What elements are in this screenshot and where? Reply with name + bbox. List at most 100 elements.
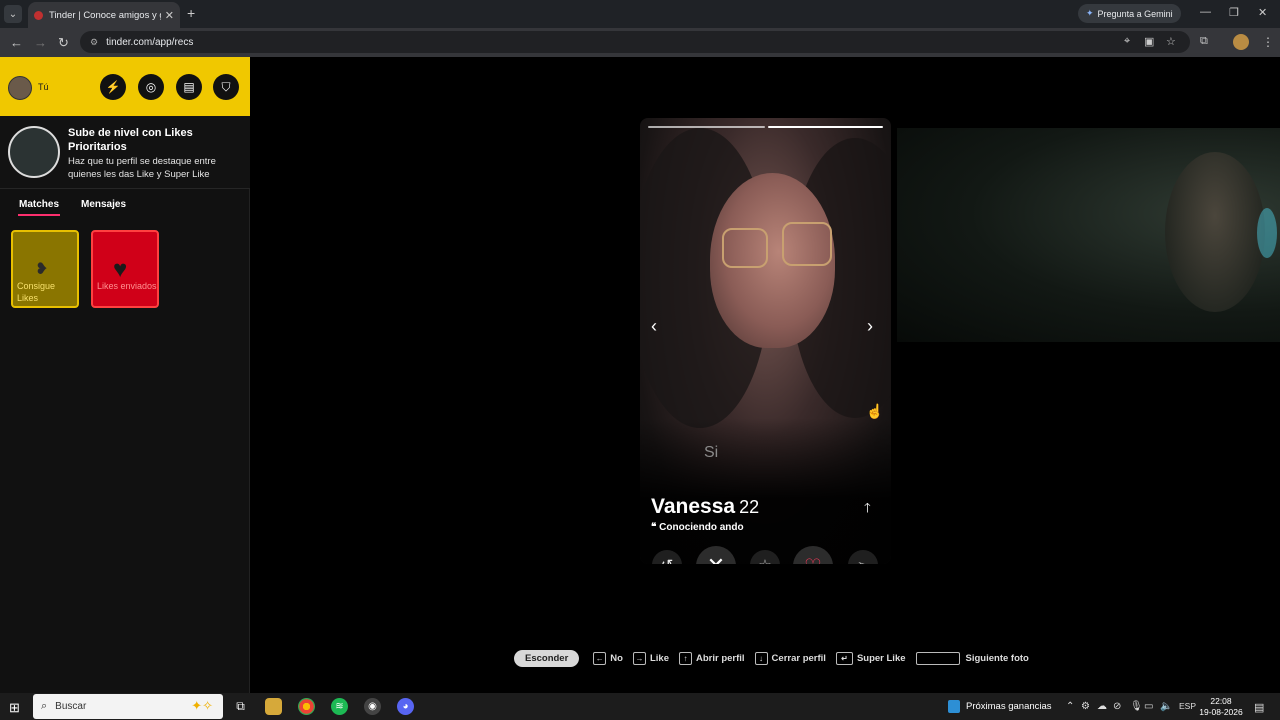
likes-sent-card[interactable]: ♥ Likes enviados [91, 230, 159, 308]
fast-heart-icon: ❥ [35, 261, 49, 278]
news-widget[interactable]: Próximas ganancias [948, 700, 1052, 713]
maximize-icon[interactable]: ❐ [1229, 6, 1239, 19]
user-label[interactable]: Tú [38, 82, 49, 92]
tinder-favicon-icon [34, 10, 43, 20]
tab-matches[interactable]: Matches [19, 199, 59, 210]
discord-icon[interactable]: ◕ [397, 698, 414, 715]
active-tab-indicator [18, 214, 60, 216]
user-avatar[interactable] [8, 76, 32, 100]
browser-profile-avatar[interactable] [1233, 34, 1249, 50]
get-likes-card[interactable]: ❥ Consigue Likes [11, 230, 79, 308]
priority-likes-promo[interactable]: Sube de nivel con Likes Prioritarios Haz… [0, 116, 250, 189]
sidebar-header: Tú ⚡ ◎ ▤ ⛉ [0, 57, 250, 116]
browser-menu-icon[interactable]: ⋮ [1262, 35, 1274, 49]
rewind-icon: ↺ [661, 556, 674, 564]
get-likes-label: Consigue Likes [17, 281, 56, 303]
file-explorer-icon[interactable] [265, 698, 282, 715]
url-bar[interactable]: ⚙ tinder.com/app/recs [80, 31, 1190, 53]
copilot-sparkle-icon: ✦✧ [191, 698, 213, 713]
new-tab-button[interactable]: + [187, 5, 195, 21]
shortcut-label: Super Like [856, 653, 906, 664]
tab-mensajes[interactable]: Mensajes [81, 199, 126, 210]
taskbar-clock[interactable]: 22:08 19-08-2026 [1198, 696, 1244, 718]
obs-icon[interactable]: ◉ [364, 698, 381, 715]
shortcut-close-profile: ↓ Cerrar perfil [754, 652, 826, 665]
browser-tab[interactable]: Tinder | Conoce amigos y gente ✕ [28, 2, 180, 28]
tinder-sidebar: Tú ⚡ ◎ ▤ ⛉ Sube de nivel con Likes Prior… [0, 57, 250, 693]
photo-shape [782, 222, 832, 266]
close-icon: ✕ [707, 553, 725, 564]
language-indicator[interactable]: ESP [1179, 701, 1196, 711]
forward-icon[interactable]: → [34, 35, 47, 50]
hide-shortcuts-button[interactable]: Esconder [514, 650, 580, 667]
right-key-icon: → [632, 652, 646, 665]
search-placeholder: Buscar [55, 701, 87, 712]
tray-app-icon[interactable]: ⚙ [1081, 701, 1090, 712]
work-briefcase-icon[interactable]: ▤ [176, 74, 202, 100]
news-icon [948, 700, 960, 713]
star-icon: ☆ [758, 556, 771, 564]
extensions-icon[interactable]: ⧉ [1200, 35, 1208, 48]
spotify-icon[interactable]: ≋ [331, 698, 348, 715]
cast-icon[interactable]: ▣ [1144, 35, 1154, 48]
photo-shape [722, 228, 768, 268]
shortcut-super-like: ↵ Super Like [835, 652, 906, 665]
profile-bio: ❝ Conociendo ando [651, 522, 744, 533]
site-info-icon[interactable]: ⚙ [90, 37, 98, 48]
clock-time: 22:08 [1210, 696, 1232, 706]
promo-description: Haz que tu perfil se destaque entre quie… [68, 156, 216, 180]
chrome-icon[interactable] [298, 698, 315, 715]
reload-icon[interactable]: ↻ [58, 35, 69, 51]
profile-name: Vanessa [651, 495, 736, 518]
down-key-icon: ↓ [754, 652, 768, 665]
clock-date: 19-08-2026 [1199, 707, 1243, 717]
location-icon[interactable]: ⌖ [1124, 35, 1130, 48]
close-tab-icon[interactable]: ✕ [165, 9, 174, 22]
webcam-overlay [897, 128, 1280, 342]
tray-network-off-icon[interactable]: ⊘ [1113, 701, 1121, 712]
windows-start-icon[interactable]: ⊞ [9, 700, 20, 716]
profile-bio-text: Conociendo ando [659, 522, 744, 533]
send-icon: ➢ [857, 556, 870, 564]
shortcut-label: No [610, 653, 623, 664]
minimize-icon[interactable]: — [1200, 6, 1211, 18]
microphone-icon[interactable]: 🎙 [1130, 701, 1143, 712]
shortcut-next-photo: Siguiente foto [915, 652, 1029, 665]
profile-card[interactable]: ‹ › Si Vanessa22 ❝ Conociendo ando 🡑 ↺ ✕… [640, 118, 891, 564]
boost-icon[interactable]: ⚡ [100, 74, 126, 100]
notifications-icon[interactable]: ▤ [1254, 701, 1264, 714]
profile-age: 22 [739, 497, 760, 517]
browser-tab-bar: ⌄ Tinder | Conoce amigos y gente ✕ + ✦ P… [0, 0, 1280, 28]
up-key-icon: ↑ [678, 652, 692, 665]
open-profile-icon[interactable]: 🡑 [864, 499, 871, 521]
tray-overflow-icon[interactable]: ⌃ [1066, 701, 1074, 712]
shortcut-label: Like [649, 653, 669, 664]
gemini-button[interactable]: ✦ Pregunta a Gemini [1078, 4, 1181, 23]
close-window-icon[interactable]: ✕ [1258, 6, 1267, 19]
explore-compass-icon[interactable]: ◎ [138, 74, 164, 100]
promo-avatar [8, 126, 60, 178]
next-photo-icon[interactable]: › [867, 316, 873, 337]
network-icon[interactable]: ▭ [1144, 701, 1153, 712]
shortcut-no: ← No [593, 652, 623, 665]
volume-icon[interactable]: 🔈 [1160, 701, 1172, 712]
tab-search-button[interactable]: ⌄ [4, 5, 22, 23]
gemini-label: Pregunta a Gemini [1097, 8, 1173, 19]
bookmark-star-icon[interactable]: ☆ [1166, 35, 1176, 48]
back-icon[interactable]: ← [10, 35, 23, 50]
tab-title: Tinder | Conoce amigos y gente [49, 9, 161, 21]
photo-overlay-text: Si [704, 444, 719, 461]
address-toolbar: ← → ↻ ⚙ tinder.com/app/recs ⌖ ▣ ☆ ⧉ [0, 28, 1280, 57]
task-view-icon[interactable]: ⧉ [232, 698, 249, 715]
space-key-icon [915, 652, 960, 665]
onedrive-cloud-icon[interactable]: ☁ [1097, 701, 1107, 712]
enter-key-icon: ↵ [835, 652, 853, 665]
taskbar-search[interactable]: ⌕ Buscar ✦✧ [33, 694, 223, 719]
quote-icon: ❝ [651, 522, 660, 533]
profile-name-line: Vanessa 22 [651, 495, 759, 519]
previous-photo-icon[interactable]: ‹ [651, 316, 657, 337]
photo-progress-2[interactable] [768, 126, 883, 128]
webcam-light [1257, 208, 1277, 258]
safety-shield-icon[interactable]: ⛉ [213, 74, 239, 100]
photo-progress-1[interactable] [648, 126, 765, 128]
